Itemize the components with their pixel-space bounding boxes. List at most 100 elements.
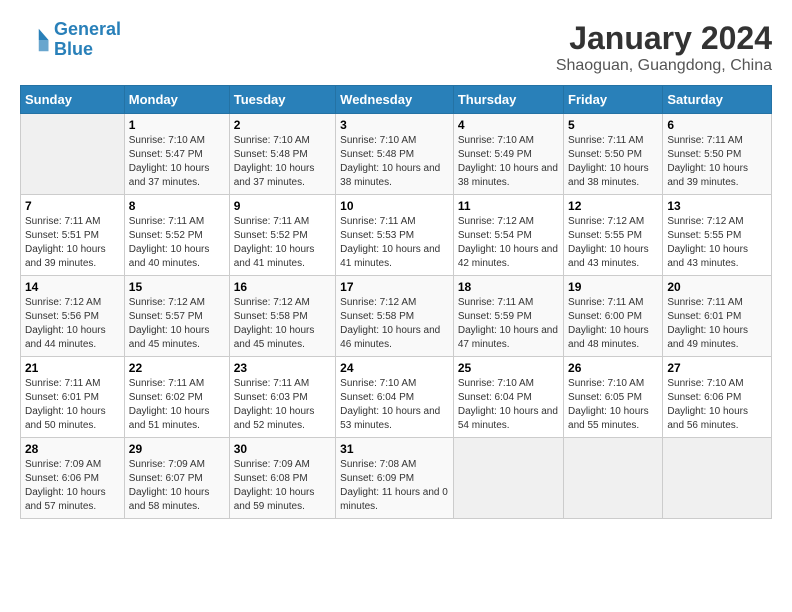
day-info: Sunrise: 7:11 AM Sunset: 5:53 PM Dayligh… (340, 215, 449, 271)
calendar-cell: 14 Sunrise: 7:12 AM Sunset: 5:56 PM Dayli… (21, 276, 125, 357)
day-number: 3 (340, 118, 449, 132)
day-number: 14 (25, 280, 120, 294)
day-info: Sunrise: 7:12 AM Sunset: 5:56 PM Dayligh… (25, 296, 120, 352)
day-info: Sunrise: 7:10 AM Sunset: 6:06 PM Dayligh… (667, 377, 767, 433)
day-number: 23 (234, 361, 331, 375)
day-number: 20 (667, 280, 767, 294)
logo: General Blue (20, 20, 121, 60)
day-number: 16 (234, 280, 331, 294)
header-cell-tuesday: Tuesday (229, 86, 335, 114)
day-info: Sunrise: 7:11 AM Sunset: 6:02 PM Dayligh… (129, 377, 225, 433)
calendar-header-row: SundayMondayTuesdayWednesdayThursdayFrid… (21, 86, 772, 114)
day-info: Sunrise: 7:12 AM Sunset: 5:54 PM Dayligh… (458, 215, 559, 271)
calendar-cell: 20Sunrise: 7:11 AM Sunset: 6:01 PM Dayli… (663, 276, 772, 357)
logo-text: General Blue (54, 20, 121, 60)
calendar-cell: 2Sunrise: 7:10 AM Sunset: 5:48 PM Daylig… (229, 114, 335, 195)
day-number: 8 (129, 199, 225, 213)
calendar-cell: 24Sunrise: 7:10 AM Sunset: 6:04 PM Dayli… (336, 357, 454, 438)
day-number: 6 (667, 118, 767, 132)
calendar-cell: 3Sunrise: 7:10 AM Sunset: 5:48 PM Daylig… (336, 114, 454, 195)
calendar-week-row: 28Sunrise: 7:09 AM Sunset: 6:06 PM Dayli… (21, 438, 772, 519)
logo-icon (20, 25, 50, 55)
header-cell-thursday: Thursday (453, 86, 563, 114)
calendar-cell: 6Sunrise: 7:11 AM Sunset: 5:50 PM Daylig… (663, 114, 772, 195)
page-subtitle: Shaoguan, Guangdong, China (556, 57, 772, 75)
calendar-cell: 7 Sunrise: 7:11 AM Sunset: 5:51 PM Daylig… (21, 195, 125, 276)
day-info: Sunrise: 7:12 AM Sunset: 5:55 PM Dayligh… (667, 215, 767, 271)
day-number: 17 (340, 280, 449, 294)
day-number: 29 (129, 442, 225, 456)
page-header: General Blue January 2024 Shaoguan, Guan… (20, 20, 772, 75)
day-info: Sunrise: 7:10 AM Sunset: 5:47 PM Dayligh… (129, 134, 225, 190)
day-number: 18 (458, 280, 559, 294)
day-number: 11 (458, 199, 559, 213)
day-number: 25 (458, 361, 559, 375)
day-info: Sunrise: 7:11 AM Sunset: 6:03 PM Dayligh… (234, 377, 331, 433)
header-cell-friday: Friday (564, 86, 663, 114)
day-info: Sunrise: 7:12 AM Sunset: 5:57 PM Dayligh… (129, 296, 225, 352)
day-number: 7 (25, 199, 120, 213)
calendar-cell: 29 Sunrise: 7:09 AM Sunset: 6:07 PM Dayli… (124, 438, 229, 519)
page-title: January 2024 (556, 20, 772, 57)
day-number: 13 (667, 199, 767, 213)
day-info: Sunrise: 7:10 AM Sunset: 6:04 PM Dayligh… (458, 377, 559, 433)
calendar-cell: 13 Sunrise: 7:12 AM Sunset: 5:55 PM Dayli… (663, 195, 772, 276)
calendar-cell: 30 Sunrise: 7:09 AM Sunset: 6:08 PM Dayli… (229, 438, 335, 519)
day-info: Sunrise: 7:09 AM Sunset: 6:08 PM Dayligh… (234, 458, 331, 514)
calendar-cell: 10 Sunrise: 7:11 AM Sunset: 5:53 PM Dayli… (336, 195, 454, 276)
day-number: 9 (234, 199, 331, 213)
day-info: Sunrise: 7:08 AM Sunset: 6:09 PM Dayligh… (340, 458, 449, 514)
calendar-cell (663, 438, 772, 519)
header-cell-saturday: Saturday (663, 86, 772, 114)
header-cell-wednesday: Wednesday (336, 86, 454, 114)
day-info: Sunrise: 7:11 AM Sunset: 5:52 PM Dayligh… (234, 215, 331, 271)
calendar-cell (21, 114, 125, 195)
day-info: Sunrise: 7:12 AM Sunset: 5:58 PM Dayligh… (234, 296, 331, 352)
calendar-week-row: 14 Sunrise: 7:12 AM Sunset: 5:56 PM Dayli… (21, 276, 772, 357)
day-number: 27 (667, 361, 767, 375)
day-number: 31 (340, 442, 449, 456)
calendar-cell: 17Sunrise: 7:12 AM Sunset: 5:58 PM Dayli… (336, 276, 454, 357)
calendar-week-row: 21 Sunrise: 7:11 AM Sunset: 6:01 PM Dayli… (21, 357, 772, 438)
day-number: 24 (340, 361, 449, 375)
logo-line1: General (54, 19, 121, 39)
calendar-cell: 5Sunrise: 7:11 AM Sunset: 5:50 PM Daylig… (564, 114, 663, 195)
day-number: 1 (129, 118, 225, 132)
day-number: 10 (340, 199, 449, 213)
day-number: 26 (568, 361, 658, 375)
day-info: Sunrise: 7:10 AM Sunset: 5:49 PM Dayligh… (458, 134, 559, 190)
day-number: 15 (129, 280, 225, 294)
day-info: Sunrise: 7:09 AM Sunset: 6:07 PM Dayligh… (129, 458, 225, 514)
day-info: Sunrise: 7:11 AM Sunset: 5:50 PM Dayligh… (568, 134, 658, 190)
calendar-cell: 23 Sunrise: 7:11 AM Sunset: 6:03 PM Dayli… (229, 357, 335, 438)
calendar-cell: 9 Sunrise: 7:11 AM Sunset: 5:52 PM Daylig… (229, 195, 335, 276)
day-number: 21 (25, 361, 120, 375)
day-info: Sunrise: 7:12 AM Sunset: 5:55 PM Dayligh… (568, 215, 658, 271)
header-cell-sunday: Sunday (21, 86, 125, 114)
day-info: Sunrise: 7:11 AM Sunset: 6:01 PM Dayligh… (25, 377, 120, 433)
calendar-cell (564, 438, 663, 519)
calendar-cell: 11 Sunrise: 7:12 AM Sunset: 5:54 PM Dayli… (453, 195, 563, 276)
calendar-cell: 21 Sunrise: 7:11 AM Sunset: 6:01 PM Dayli… (21, 357, 125, 438)
calendar-cell: 27 Sunrise: 7:10 AM Sunset: 6:06 PM Dayli… (663, 357, 772, 438)
day-info: Sunrise: 7:11 AM Sunset: 5:51 PM Dayligh… (25, 215, 120, 271)
day-number: 12 (568, 199, 658, 213)
calendar-cell: 4Sunrise: 7:10 AM Sunset: 5:49 PM Daylig… (453, 114, 563, 195)
day-info: Sunrise: 7:11 AM Sunset: 5:59 PM Dayligh… (458, 296, 559, 352)
calendar-cell: 28Sunrise: 7:09 AM Sunset: 6:06 PM Dayli… (21, 438, 125, 519)
day-info: Sunrise: 7:11 AM Sunset: 5:52 PM Dayligh… (129, 215, 225, 271)
calendar-cell: 25 Sunrise: 7:10 AM Sunset: 6:04 PM Dayli… (453, 357, 563, 438)
day-info: Sunrise: 7:11 AM Sunset: 6:00 PM Dayligh… (568, 296, 658, 352)
calendar-cell: 31 Sunrise: 7:08 AM Sunset: 6:09 PM Dayli… (336, 438, 454, 519)
day-info: Sunrise: 7:09 AM Sunset: 6:06 PM Dayligh… (25, 458, 120, 514)
calendar-cell: 16 Sunrise: 7:12 AM Sunset: 5:58 PM Dayli… (229, 276, 335, 357)
day-number: 22 (129, 361, 225, 375)
calendar-cell: 26Sunrise: 7:10 AM Sunset: 6:05 PM Dayli… (564, 357, 663, 438)
calendar-cell (453, 438, 563, 519)
calendar-week-row: 7 Sunrise: 7:11 AM Sunset: 5:51 PM Daylig… (21, 195, 772, 276)
calendar-cell: 19Sunrise: 7:11 AM Sunset: 6:00 PM Dayli… (564, 276, 663, 357)
day-number: 30 (234, 442, 331, 456)
calendar-cell: 8 Sunrise: 7:11 AM Sunset: 5:52 PM Daylig… (124, 195, 229, 276)
calendar-week-row: 1 Sunrise: 7:10 AM Sunset: 5:47 PM Daylig… (21, 114, 772, 195)
calendar-cell: 15 Sunrise: 7:12 AM Sunset: 5:57 PM Dayli… (124, 276, 229, 357)
